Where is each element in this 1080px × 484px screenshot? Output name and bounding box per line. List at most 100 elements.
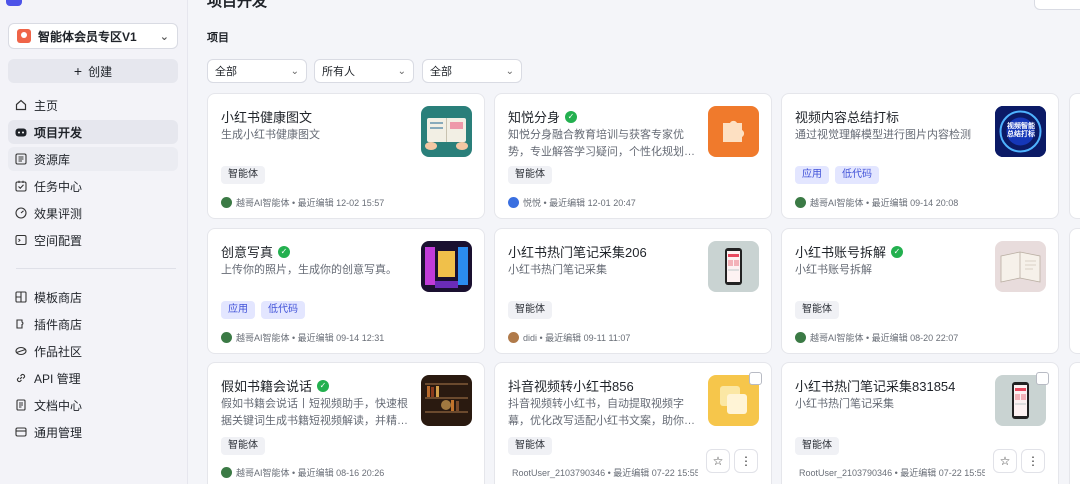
sidebar-item-label: 任务中心 (34, 179, 83, 194)
sidebar-item-tasks[interactable]: 任务中心 (8, 174, 178, 198)
project-card[interactable]: 小红书健康图文 生成小红书健康图文 智能体 越哥AI智能体 • 最近编辑 12-… (207, 93, 485, 219)
create-button[interactable]: + 创建 (8, 59, 178, 83)
workspace-icon (17, 29, 31, 43)
agent-tag: 智能体 (221, 166, 265, 184)
search-input[interactable] (1034, 0, 1080, 10)
filter-value: 所有人 (322, 66, 355, 78)
status-filter-select[interactable]: 全部 ⌄ (422, 59, 522, 83)
more-options-button[interactable]: ⋮ (1021, 449, 1045, 473)
chevron-down-icon: ⌄ (505, 65, 514, 77)
sidebar-item-manage[interactable]: 通用管理 (8, 420, 178, 444)
agent-tag: 智能体 (508, 301, 552, 319)
card-title: 小红书健康图文 (221, 110, 313, 125)
docs-icon (15, 399, 27, 411)
avatar (795, 197, 806, 208)
project-card-partial[interactable] (1069, 362, 1080, 484)
thumbnail-caption: 视频智能总结打标 (1007, 123, 1035, 138)
card-owner: RootUser_2103790346 (512, 467, 606, 478)
card-title: 小红书热门笔记采集206 (508, 245, 647, 260)
sidebar-item-templates[interactable]: 模板商店 (8, 285, 178, 309)
card-edited: 最近编辑 07-22 15:55 (613, 468, 698, 478)
agent-tag: 智能体 (795, 301, 839, 319)
project-card[interactable]: 抖音视频转小红书856 抖音视频转小红书，自动提取视频字幕，优化改写适配小红书文… (494, 362, 772, 484)
project-card[interactable]: 创意写真 ✓ 上传你的照片，生成你的创意写真。 应用 低代码 越哥AI智能体 • 最… (207, 228, 485, 354)
sidebar-item-label: 资源库 (34, 152, 71, 167)
sidebar-item-library[interactable]: 资源库 (8, 147, 178, 171)
sidebar-item-label: 模板商店 (34, 290, 83, 305)
favorite-star-button[interactable]: ☆ (706, 449, 730, 473)
card-title: 小红书账号拆解 (795, 245, 887, 260)
project-card-partial[interactable] (1069, 228, 1080, 354)
app-tag: 应用 (795, 166, 829, 184)
sidebar-item-community[interactable]: 作品社区 (8, 339, 178, 363)
puzzle-thumbnail (708, 106, 759, 157)
project-card[interactable]: 小红书热门笔记采集206 小红书热门笔记采集 智能体 didi • 最近编辑 0… (494, 228, 772, 354)
page-title: 项目开发 (207, 0, 268, 10)
select-checkbox[interactable] (749, 372, 762, 385)
task-icon (15, 180, 27, 192)
card-title: 假如书籍会说话 (221, 379, 313, 394)
filter-value: 全部 (430, 66, 452, 78)
owner-filter-select[interactable]: 所有人 ⌄ (314, 59, 414, 83)
community-icon (15, 345, 27, 357)
verified-check-icon: ✓ (891, 245, 904, 258)
neon-room-thumbnail (421, 241, 472, 292)
agent-tag: 智能体 (795, 437, 839, 455)
sidebar-item-api[interactable]: API 管理 (8, 366, 178, 390)
create-label: 创建 (88, 64, 113, 79)
sidebar-item-label: 插件商店 (34, 317, 83, 332)
sidebar-item-docs[interactable]: 文档中心 (8, 393, 178, 417)
card-edited: 最近编辑 08-16 20:26 (297, 468, 385, 478)
card-edited: 最近编辑 09-11 11:07 (545, 333, 631, 343)
low-code-tag: 低代码 (835, 166, 879, 184)
chevron-down-icon: ⌄ (159, 30, 169, 43)
plugin-icon (15, 318, 27, 330)
type-filter-select[interactable]: 全部 ⌄ (207, 59, 307, 83)
library-icon (15, 153, 27, 165)
template-icon (15, 291, 27, 303)
verified-check-icon: ✓ (278, 245, 291, 258)
favorite-star-button[interactable]: ☆ (993, 449, 1017, 473)
workspace-select[interactable]: 智能体会员专区V1 ⌄ (8, 23, 178, 49)
project-card-partial[interactable] (1069, 93, 1080, 219)
sidebar-item-label: 作品社区 (34, 344, 83, 359)
card-edited: 最近编辑 12-02 15:57 (297, 198, 385, 208)
select-checkbox[interactable] (1036, 372, 1049, 385)
sidebar-item-projects[interactable]: 项目开发 (8, 120, 178, 144)
star-icon: ☆ (999, 454, 1011, 468)
agent-tag: 智能体 (508, 166, 552, 184)
project-card[interactable]: 知悦分身 ✓ 知悦分身融合教育培训与获客专家优势，专业解答学习疑问，个性化规划… … (494, 93, 772, 219)
sidebar-item-config[interactable]: 空间配置 (8, 228, 178, 252)
project-card[interactable]: 假如书籍会说话 ✓ 假如书籍会说话丨短视频助手，快速根据关键词生成书籍短视频解读，… (207, 362, 485, 484)
card-edited: 最近编辑 07-22 15:55 (900, 468, 985, 478)
project-card[interactable]: 小红书账号拆解 ✓ 小红书账号拆解 智能体 越哥AI智能体 • 最近编辑 08-2… (781, 228, 1059, 354)
avatar (221, 197, 232, 208)
avatar (508, 197, 519, 208)
sidebar-item-label: API 管理 (34, 371, 81, 386)
card-owner: 越哥AI智能体 (236, 198, 290, 208)
card-edited: 最近编辑 12-01 20:47 (549, 198, 636, 208)
project-card[interactable]: 小红书热门笔记采集831854 小红书热门笔记采集 智能体 RootUser_2… (781, 362, 1059, 484)
sidebar-item-evaluate[interactable]: 效果评测 (8, 201, 178, 225)
agent-tag: 智能体 (221, 437, 265, 455)
home-icon (15, 99, 27, 111)
verified-check-icon: ✓ (317, 379, 330, 392)
card-description: 小红书热门笔记采集 (508, 264, 607, 276)
card-description: 小红书热门笔记采集 (795, 398, 894, 410)
card-edited: 最近编辑 08-20 22:07 (871, 333, 959, 343)
workspace-name: 智能体会员专区V1 (38, 29, 137, 44)
sidebar-item-plugins[interactable]: 插件商店 (8, 312, 178, 336)
sidebar-item-label: 项目开发 (34, 125, 83, 140)
more-options-button[interactable]: ⋮ (734, 449, 758, 473)
project-card[interactable]: 视频内容总结打标 通过视觉理解模型进行图片内容检测 视频智能总结打标 应用 低代码… (781, 93, 1059, 219)
sidebar-item-label: 效果评测 (34, 206, 83, 221)
sidebar: 智能体会员专区V1 ⌄ + 创建 主页 项目开发 资源库 任务中心 效果评测 空… (0, 0, 188, 484)
card-owner: 越哥AI智能体 (236, 333, 290, 343)
card-title: 视频内容总结打标 (795, 110, 900, 125)
bookshelf-thumbnail (421, 375, 472, 426)
health-book-thumbnail (421, 106, 472, 157)
more-icon: ⋮ (1027, 454, 1039, 468)
config-icon (15, 234, 27, 246)
card-edited: 最近编辑 09-14 12:31 (297, 333, 385, 343)
sidebar-item-home[interactable]: 主页 (8, 93, 178, 117)
